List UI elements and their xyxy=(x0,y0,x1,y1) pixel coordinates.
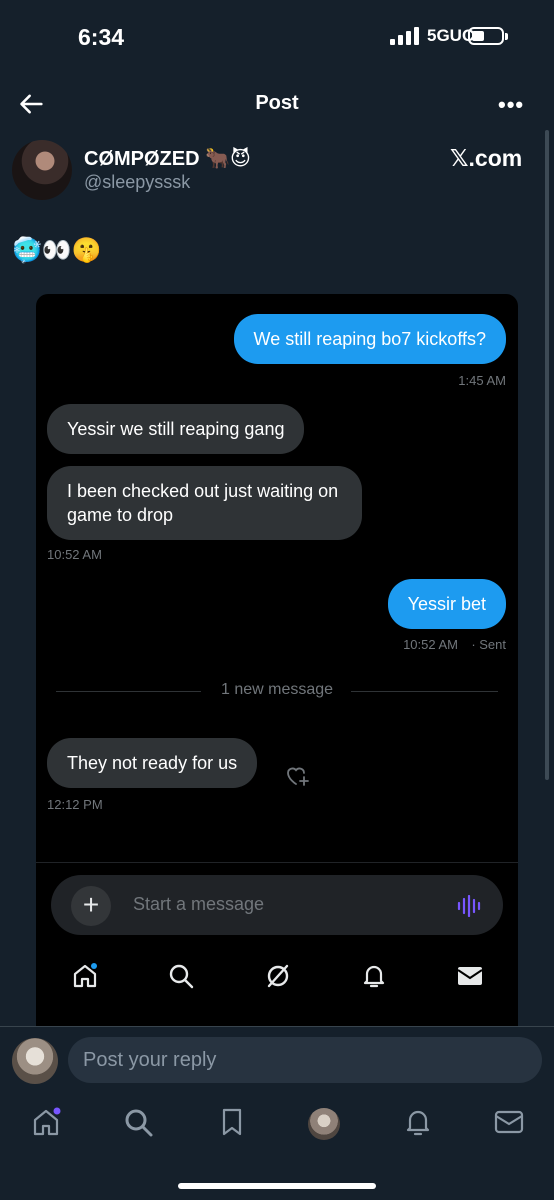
author-handle[interactable]: @sleepysssk xyxy=(84,172,190,193)
reply-placeholder[interactable]: Post your reply xyxy=(83,1049,216,1072)
message-bubble-incoming: They not ready for us xyxy=(47,738,258,788)
post-text: 🥶👀🤫 xyxy=(12,237,102,264)
user-avatar[interactable] xyxy=(12,1038,58,1084)
reply-separator xyxy=(0,1026,554,1027)
message-composer[interactable]: + Start a message xyxy=(51,875,503,935)
embedded-nav-bar xyxy=(36,944,518,1026)
page-title: Post xyxy=(255,92,299,114)
home-icon[interactable] xyxy=(71,962,99,990)
message-timestamp: 1:45 AM xyxy=(458,373,506,388)
home-indicator xyxy=(178,1183,376,1189)
signal-icon xyxy=(390,27,420,45)
message-bubble-incoming: I been checked out just waiting on game … xyxy=(47,466,362,540)
message-timestamp: 10:52 AM xyxy=(403,637,458,652)
react-heart-plus-icon[interactable] xyxy=(284,764,310,788)
bookmark-icon[interactable] xyxy=(216,1106,248,1138)
message-timestamp: 12:12 PM xyxy=(47,797,103,812)
search-icon[interactable] xyxy=(122,1106,154,1138)
search-icon[interactable] xyxy=(167,962,195,990)
grok-icon[interactable] xyxy=(264,962,292,990)
battery-icon xyxy=(468,27,508,45)
composer-separator xyxy=(36,862,518,863)
messages-icon[interactable] xyxy=(456,962,484,990)
notifications-icon[interactable] xyxy=(360,962,388,990)
message-timestamp: 10:52 AM xyxy=(47,547,102,562)
status-time: 6:34 xyxy=(78,24,125,50)
message-bubble-outgoing: Yessir bet xyxy=(387,579,506,629)
x-watermark: 𝕏.com xyxy=(450,145,523,171)
home-icon[interactable] xyxy=(30,1106,62,1138)
new-message-divider: 1 new message xyxy=(220,681,334,698)
voice-message-icon[interactable] xyxy=(457,895,481,917)
add-media-button[interactable]: + xyxy=(71,886,111,926)
message-bubble-incoming: Yessir we still reaping gang xyxy=(47,404,305,454)
message-bubble-outgoing: We still reaping bo7 kickoffs? xyxy=(233,314,506,364)
embedded-dm-screenshot[interactable]: We still reaping bo7 kickoffs? 1:45 AM Y… xyxy=(36,294,518,1026)
notifications-icon[interactable] xyxy=(402,1106,434,1138)
communities-avatar[interactable] xyxy=(308,1108,340,1140)
more-options-icon[interactable]: ••• xyxy=(498,92,524,118)
scrollbar[interactable] xyxy=(545,130,549,780)
message-status: · Sent xyxy=(471,637,506,652)
author-avatar[interactable] xyxy=(12,140,72,200)
mail-icon[interactable] xyxy=(493,1106,525,1138)
author-display-name[interactable]: CØMPØZED 🐂😈 xyxy=(84,146,251,171)
message-input[interactable]: Start a message xyxy=(133,894,264,915)
